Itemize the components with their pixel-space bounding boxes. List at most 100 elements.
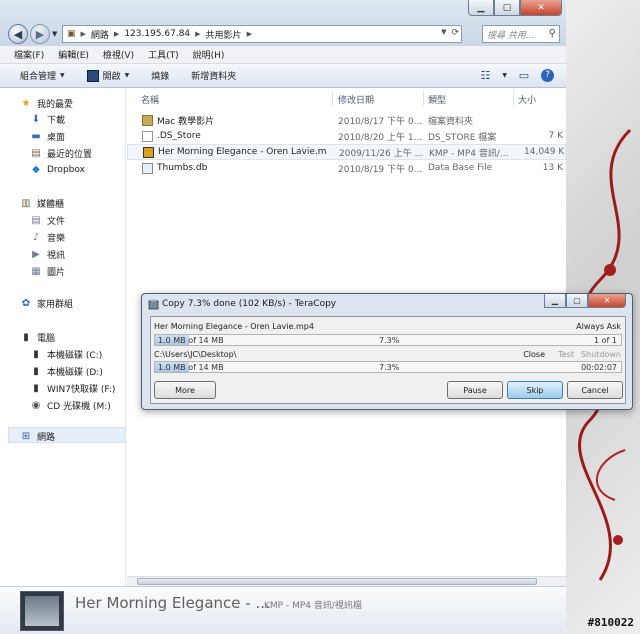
- nav-item-music[interactable]: ♪ 音樂: [30, 231, 65, 244]
- nav-item-label: 本機磁碟 (C:): [47, 351, 103, 361]
- nav-item-downloads[interactable]: ⬇ 下載: [30, 113, 65, 126]
- watermark-id: #810022: [587, 616, 634, 629]
- nav-item-drive-f[interactable]: ▮ WIN7快取碟 (F:): [30, 382, 115, 395]
- skip-button-label: Skip: [526, 385, 544, 395]
- nav-item-videos[interactable]: ▶ 視訊: [30, 248, 65, 261]
- file-type: Data Base File: [428, 163, 493, 173]
- new-folder-button[interactable]: 新增資料夾: [191, 69, 236, 82]
- nav-libraries-label: 媒體櫃: [37, 200, 65, 210]
- menu-view[interactable]: 檢視(V): [103, 48, 134, 61]
- nav-item-label: 本機磁碟 (D:): [47, 368, 103, 378]
- table-row[interactable]: .DS_Store 2010/8/20 上午 1... DS_STORE 檔案 …: [127, 128, 566, 144]
- scrollbar-thumb[interactable]: [137, 578, 537, 585]
- forward-button[interactable]: ▶: [30, 24, 50, 44]
- column-type-header[interactable]: 類型: [428, 92, 446, 106]
- burn-button[interactable]: 燒錄: [151, 69, 169, 82]
- documents-icon: ▤: [31, 215, 41, 226]
- menu-file[interactable]: 檔案(F): [14, 48, 44, 61]
- nav-network[interactable]: ⊞ 網路: [20, 430, 55, 443]
- file-name: Mac 教學影片: [157, 116, 215, 127]
- nav-favorites[interactable]: ★ 我的最愛: [20, 97, 74, 110]
- file-size: 7 K: [548, 131, 564, 141]
- nav-computer[interactable]: ▮ 電腦: [20, 331, 55, 344]
- cancel-button[interactable]: Cancel: [567, 381, 623, 399]
- chevron-right-icon[interactable]: ▶: [114, 30, 119, 38]
- table-row[interactable]: Her Morning Elegance - Oren Lavie.m... 2…: [127, 144, 566, 160]
- teracopy-icon: [148, 299, 159, 310]
- nav-item-pictures[interactable]: ▦ 圖片: [30, 265, 65, 278]
- maximize-button[interactable]: ▢: [566, 294, 588, 308]
- close-button[interactable]: ✕: [588, 294, 626, 308]
- progress-size-label: 1.0 MB of 14 MB: [158, 336, 224, 345]
- menu-edit[interactable]: 編輯(E): [58, 48, 89, 61]
- file-size: 14,049 K: [524, 147, 564, 157]
- recent-pages-dropdown[interactable]: ▼: [52, 30, 57, 38]
- address-bar[interactable]: ▣ ▶ 網路 ▶ 123.195.67.84 ▶ 共用影片 ▶ ▼ ⟳: [62, 25, 462, 43]
- column-divider[interactable]: [423, 90, 424, 106]
- column-size-header[interactable]: 大小: [518, 92, 536, 106]
- nav-item-dropbox[interactable]: ◆ Dropbox: [30, 164, 85, 175]
- minimize-button[interactable]: ▁: [544, 294, 566, 308]
- back-button[interactable]: ◀: [8, 24, 28, 44]
- computer-icon: ▮: [23, 332, 29, 343]
- nav-item-desktop[interactable]: ▬ 桌面: [30, 130, 65, 143]
- dialog-body: Her Morning Elegance - Oren Lavie.mp4 Al…: [150, 316, 626, 404]
- chevron-right-icon[interactable]: ▶: [81, 30, 86, 38]
- horizontal-scrollbar[interactable]: [127, 576, 566, 586]
- search-input[interactable]: 搜尋 共用... ⚲: [482, 25, 560, 43]
- video-thumbnail: [20, 591, 64, 631]
- menu-help[interactable]: 說明(H): [193, 48, 225, 61]
- address-dropdown-icon[interactable]: ▼: [441, 28, 446, 38]
- nav-item-cd-drive[interactable]: ◉ CD 光碟機 (M:): [30, 399, 111, 412]
- organize-label: 組合管理: [20, 72, 57, 82]
- network-icon: ⊞: [21, 431, 31, 442]
- nav-item-drive-d[interactable]: ▮ 本機磁碟 (D:): [30, 365, 103, 378]
- file-date: 2009/11/26 上午 ...: [339, 148, 423, 159]
- kmplayer-file-icon: [143, 146, 154, 158]
- column-divider[interactable]: [513, 90, 514, 106]
- preview-pane-icon[interactable]: ▭: [517, 68, 531, 82]
- column-date-header[interactable]: 修改日期: [338, 92, 374, 106]
- chevron-down-icon[interactable]: ▼: [502, 72, 507, 79]
- refresh-icon[interactable]: ⟳: [451, 28, 459, 38]
- column-name-header[interactable]: 名稱: [141, 92, 159, 106]
- column-divider[interactable]: [332, 90, 333, 106]
- nav-item-documents[interactable]: ▤ 文件: [30, 214, 65, 227]
- table-row[interactable]: Mac 教學影片 2010/8/17 下午 0... 檔案資料夾: [127, 112, 566, 128]
- nav-item-recent[interactable]: ▤ 最近的位置: [30, 147, 92, 160]
- nav-item-drive-c[interactable]: ▮ 本機磁碟 (C:): [30, 348, 102, 361]
- menu-tools[interactable]: 工具(T): [148, 48, 179, 61]
- organize-button[interactable]: 組合管理 ▼: [20, 69, 65, 82]
- nav-item-label: Dropbox: [47, 164, 85, 175]
- more-button[interactable]: More: [154, 381, 216, 399]
- search-icon[interactable]: ⚲: [549, 28, 556, 39]
- nav-homegroup[interactable]: ✿ 家用群組: [20, 297, 73, 310]
- maximize-button[interactable]: ▢: [494, 0, 520, 16]
- close-when-done-option[interactable]: Close: [523, 350, 545, 359]
- pause-button[interactable]: Pause: [447, 381, 503, 399]
- chevron-right-icon[interactable]: ▶: [195, 30, 200, 38]
- always-ask-option[interactable]: Always Ask: [576, 322, 621, 331]
- minimize-button[interactable]: ▁: [468, 0, 494, 16]
- breadcrumb-share[interactable]: 共用影片: [206, 28, 242, 41]
- hard-drive-icon: ▮: [33, 349, 39, 360]
- breadcrumb-host[interactable]: 123.195.67.84: [124, 29, 190, 39]
- more-button-label: More: [175, 385, 195, 395]
- skip-button[interactable]: Skip: [507, 381, 563, 399]
- chevron-down-icon: ▼: [60, 72, 65, 79]
- network-location-icon: ▣: [67, 29, 76, 39]
- file-size: 13 K: [542, 163, 563, 173]
- test-option[interactable]: Test: [558, 350, 574, 359]
- nav-item-label: 圖片: [47, 268, 66, 278]
- table-row[interactable]: Thumbs.db 2010/8/19 下午 0... Data Base Fi…: [127, 160, 566, 176]
- thumbnail-image: [25, 596, 59, 626]
- nav-network-label: 網路: [37, 433, 56, 443]
- shutdown-option[interactable]: Shutdown: [581, 350, 621, 359]
- breadcrumb-network[interactable]: 網路: [91, 28, 109, 41]
- nav-libraries[interactable]: ▥ 媒體櫃: [20, 197, 64, 210]
- close-button[interactable]: ✕: [520, 0, 562, 16]
- view-options-icon[interactable]: ☷: [478, 68, 492, 82]
- help-icon[interactable]: ?: [541, 68, 554, 82]
- open-button[interactable]: 開啟 ▼: [86, 69, 129, 82]
- chevron-right-icon[interactable]: ▶: [247, 30, 252, 38]
